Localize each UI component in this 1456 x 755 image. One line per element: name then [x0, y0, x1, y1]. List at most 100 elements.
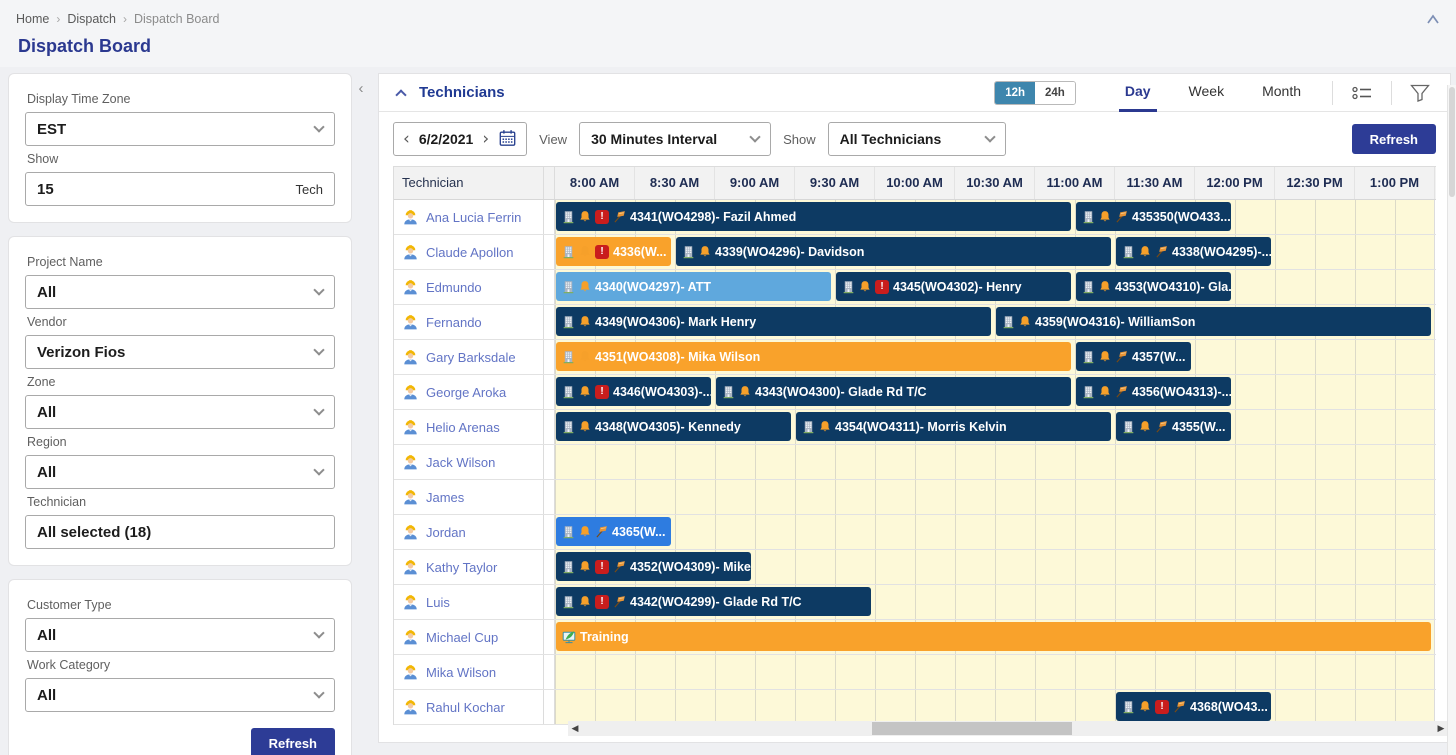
- event-bar[interactable]: 4354(WO4311)- Morris Kelvin: [796, 412, 1111, 441]
- event-bar[interactable]: 4353(WO4310)- Gla...: [1076, 272, 1231, 301]
- event-bar[interactable]: 4356(WO4313)-...: [1076, 377, 1231, 406]
- event-bar[interactable]: 4349(WO4306)- Mark Henry: [556, 307, 991, 336]
- breadcrumb-dispatch[interactable]: Dispatch: [67, 12, 116, 26]
- timeline[interactable]: [555, 655, 1435, 689]
- technician-cell[interactable]: Gary Barksdale: [394, 340, 544, 374]
- show-count-input[interactable]: 15 Tech: [25, 172, 335, 206]
- toggle-12h[interactable]: 12h: [995, 82, 1035, 104]
- timeline[interactable]: !4346(WO4303)-...4343(WO4300)- Glade Rd …: [555, 375, 1435, 409]
- technician-cell[interactable]: Claude Apollon: [394, 235, 544, 269]
- technician-name[interactable]: Jordan: [426, 525, 466, 540]
- technician-name[interactable]: Kathy Taylor: [426, 560, 497, 575]
- breadcrumb-home[interactable]: Home: [16, 12, 49, 26]
- timeline[interactable]: 4340(WO4297)- ATT!4345(WO4302)- Henry435…: [555, 270, 1435, 304]
- technician-show-select[interactable]: All Technicians: [828, 122, 1006, 156]
- technician-name[interactable]: James: [426, 490, 464, 505]
- timeline[interactable]: [555, 480, 1435, 514]
- technician-cell[interactable]: Kathy Taylor: [394, 550, 544, 584]
- technician-name[interactable]: Mika Wilson: [426, 665, 496, 680]
- event-bar[interactable]: !4345(WO4302)- Henry: [836, 272, 1071, 301]
- technician-name[interactable]: Claude Apollon: [426, 245, 513, 260]
- panel-collapse-icon[interactable]: [395, 89, 406, 100]
- timeline[interactable]: 4348(WO4305)- Kennedy4354(WO4311)- Morri…: [555, 410, 1435, 444]
- timezone-select[interactable]: EST: [25, 112, 335, 146]
- technician-cell[interactable]: Michael Cup: [394, 620, 544, 654]
- sidebar-collapse-icon[interactable]: ‹: [359, 81, 364, 96]
- technician-name[interactable]: Edmundo: [426, 280, 482, 295]
- horizontal-scrollbar[interactable]: ◀ ▶: [568, 721, 1448, 736]
- technician-cell[interactable]: Edmundo: [394, 270, 544, 304]
- technician-cell[interactable]: Rahul Kochar: [394, 690, 544, 724]
- event-bar[interactable]: Training: [556, 622, 1431, 651]
- timeline[interactable]: !4342(WO4299)- Glade Rd T/C: [555, 585, 1435, 619]
- event-bar[interactable]: !4346(WO4303)-...: [556, 377, 711, 406]
- technician-name[interactable]: Luis: [426, 595, 450, 610]
- customer-type-select[interactable]: All: [25, 618, 335, 652]
- work-category-select[interactable]: All: [25, 678, 335, 712]
- timeline[interactable]: !4368(WO43...: [555, 690, 1435, 724]
- technician-name[interactable]: Michael Cup: [426, 630, 498, 645]
- vertical-scrollbar[interactable]: [1447, 85, 1456, 755]
- vendor-select[interactable]: Verizon Fios: [25, 335, 335, 369]
- zone-select[interactable]: All: [25, 395, 335, 429]
- region-select[interactable]: All: [25, 455, 335, 489]
- tab-month[interactable]: Month: [1256, 74, 1307, 112]
- event-bar[interactable]: 4365(W...: [556, 517, 671, 546]
- filter-funnel-icon[interactable]: [1404, 84, 1436, 102]
- technician-cell[interactable]: Luis: [394, 585, 544, 619]
- project-name-select[interactable]: All: [25, 275, 335, 309]
- event-bar[interactable]: 4359(WO4316)- WilliamSon: [996, 307, 1431, 336]
- timeline[interactable]: 4349(WO4306)- Mark Henry4359(WO4316)- Wi…: [555, 305, 1435, 339]
- tab-day[interactable]: Day: [1119, 74, 1157, 112]
- technician-cell[interactable]: Helio Arenas: [394, 410, 544, 444]
- scrollbar-track[interactable]: [582, 721, 1434, 736]
- event-bar[interactable]: 4338(WO4295)-...: [1116, 237, 1271, 266]
- technician-cell[interactable]: Jack Wilson: [394, 445, 544, 479]
- scrollbar-thumb[interactable]: [872, 722, 1072, 735]
- event-bar[interactable]: !4342(WO4299)- Glade Rd T/C: [556, 587, 871, 616]
- technician-cell[interactable]: Jordan: [394, 515, 544, 549]
- technician-cell[interactable]: James: [394, 480, 544, 514]
- event-bar[interactable]: 4355(W...: [1116, 412, 1231, 441]
- timeline[interactable]: !4341(WO4298)- Fazil Ahmed435350(WO433..…: [555, 200, 1435, 234]
- event-bar[interactable]: !4352(WO4309)- Mike: [556, 552, 751, 581]
- timeline[interactable]: 4365(W...: [555, 515, 1435, 549]
- technician-name[interactable]: Jack Wilson: [426, 455, 495, 470]
- technician-multiselect[interactable]: All selected (18): [25, 515, 335, 549]
- vertical-scrollbar-thumb[interactable]: [1449, 87, 1455, 197]
- tab-week[interactable]: Week: [1183, 74, 1231, 112]
- timeline[interactable]: Training: [555, 620, 1435, 654]
- event-bar[interactable]: 435350(WO433...: [1076, 202, 1231, 231]
- interval-select[interactable]: 30 Minutes Interval: [579, 122, 771, 156]
- next-day-arrow[interactable]: ›: [482, 131, 489, 148]
- event-bar[interactable]: 4351(WO4308)- Mika Wilson: [556, 342, 1071, 371]
- event-bar[interactable]: 4340(WO4297)- ATT: [556, 272, 831, 301]
- scroll-to-top-icon[interactable]: [1426, 13, 1440, 25]
- calendar-icon[interactable]: [498, 129, 517, 150]
- technician-cell[interactable]: George Aroka: [394, 375, 544, 409]
- timeline[interactable]: [555, 445, 1435, 479]
- technician-name[interactable]: Gary Barksdale: [426, 350, 516, 365]
- scroll-left-arrow[interactable]: ◀: [568, 723, 582, 734]
- technician-name[interactable]: Rahul Kochar: [426, 700, 505, 715]
- scroll-right-arrow[interactable]: ▶: [1434, 723, 1448, 734]
- event-bar[interactable]: 4343(WO4300)- Glade Rd T/C: [716, 377, 1071, 406]
- event-bar[interactable]: !4341(WO4298)- Fazil Ahmed: [556, 202, 1071, 231]
- technician-cell[interactable]: Mika Wilson: [394, 655, 544, 689]
- technician-cell[interactable]: Fernando: [394, 305, 544, 339]
- technician-name[interactable]: Fernando: [426, 315, 482, 330]
- schedule-refresh-button[interactable]: Refresh: [1352, 124, 1436, 154]
- technician-name[interactable]: Helio Arenas: [426, 420, 500, 435]
- toggle-24h[interactable]: 24h: [1035, 82, 1075, 104]
- agenda-list-icon[interactable]: [1345, 84, 1379, 102]
- timeline[interactable]: 4351(WO4308)- Mika Wilson4357(W...: [555, 340, 1435, 374]
- event-bar[interactable]: 4357(W...: [1076, 342, 1191, 371]
- event-bar[interactable]: 4348(WO4305)- Kennedy: [556, 412, 791, 441]
- event-bar[interactable]: !4368(WO43...: [1116, 692, 1271, 721]
- timeline[interactable]: !4336(W...4339(WO4296)- Davidson4338(WO4…: [555, 235, 1435, 269]
- technician-name[interactable]: George Aroka: [426, 385, 506, 400]
- technician-name[interactable]: Ana Lucia Ferrin: [426, 210, 521, 225]
- timeline[interactable]: !4352(WO4309)- Mike: [555, 550, 1435, 584]
- prev-day-arrow[interactable]: ‹: [403, 131, 410, 148]
- sidebar-refresh-button[interactable]: Refresh: [251, 728, 335, 755]
